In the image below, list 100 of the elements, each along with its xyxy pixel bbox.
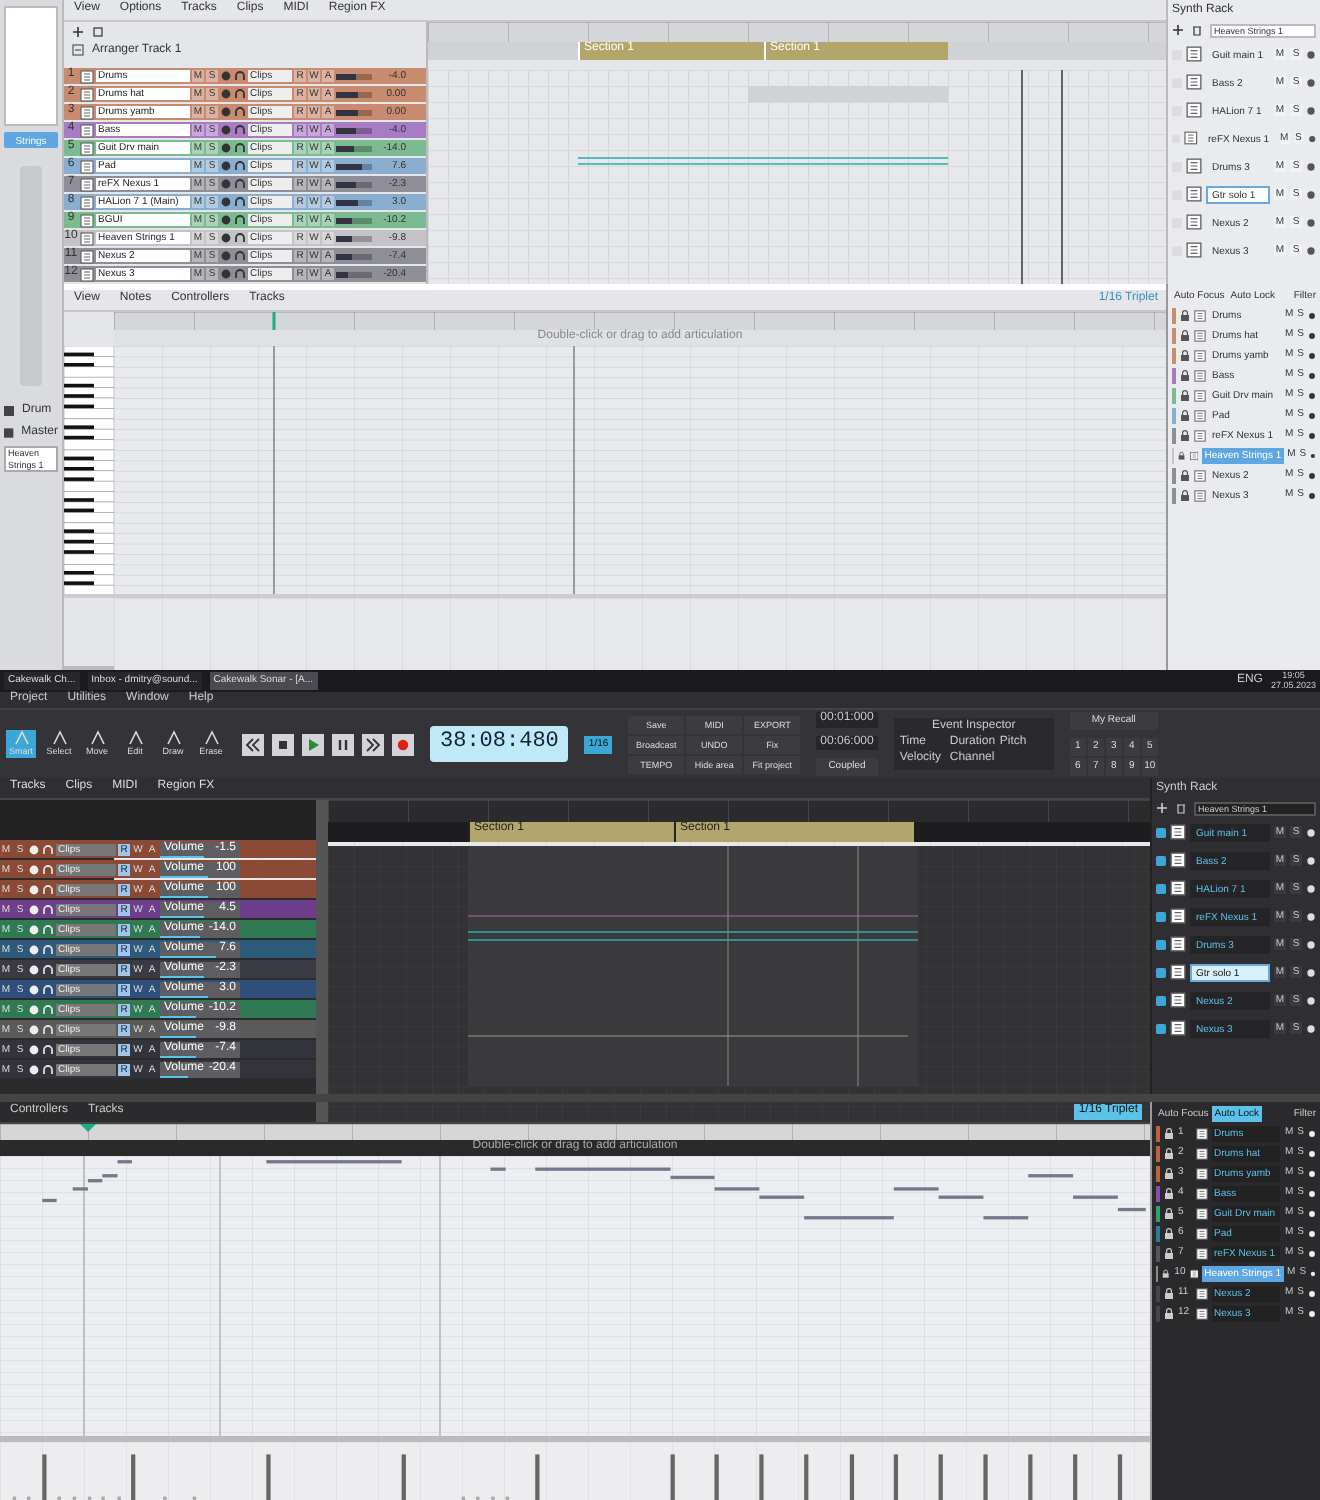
synth-icon: [1186, 214, 1202, 231]
volume-slider[interactable]: [336, 73, 372, 79]
record-arm-icon[interactable]: [1308, 311, 1316, 319]
volume-slider[interactable]: [336, 217, 372, 223]
instrument-icon: [1189, 449, 1199, 461]
instrument-icon: [1194, 409, 1206, 421]
lock-icon[interactable]: [1164, 1207, 1174, 1219]
lock-icon[interactable]: [1180, 349, 1190, 361]
record-arm-icon[interactable]: [1306, 245, 1316, 256]
rewind-button[interactable]: [242, 733, 264, 755]
record-arm-icon[interactable]: [1306, 77, 1316, 88]
record-arm-icon[interactable]: [1308, 1209, 1316, 1217]
record-arm-icon[interactable]: [1306, 967, 1316, 978]
volume-slider[interactable]: [336, 145, 372, 151]
record-arm-icon[interactable]: [1308, 331, 1316, 339]
record-arm-icon[interactable]: [1308, 391, 1316, 399]
instrument-icon: [1196, 1167, 1208, 1179]
volume-slider[interactable]: [336, 127, 372, 133]
lock-icon[interactable]: [1164, 1167, 1174, 1179]
lock-icon[interactable]: [1164, 1127, 1174, 1139]
record-arm-icon[interactable]: [1308, 431, 1316, 439]
lock-icon[interactable]: [1180, 389, 1190, 401]
instrument-icon: [1196, 1227, 1208, 1239]
volume-slider[interactable]: [336, 199, 372, 205]
instrument-icon: [80, 141, 94, 155]
instrument-icon: [1196, 1147, 1208, 1159]
record-arm-icon[interactable]: [1306, 105, 1316, 116]
record-arm-icon[interactable]: [1306, 939, 1316, 950]
volume-slider[interactable]: [336, 163, 372, 169]
record-arm-icon[interactable]: [1310, 451, 1316, 459]
record-arm-icon[interactable]: [1308, 1169, 1316, 1177]
record-arm-icon[interactable]: [1306, 189, 1316, 200]
stop-button[interactable]: [272, 733, 294, 755]
copy-icon[interactable]: [92, 25, 104, 38]
synth-icon: [1170, 824, 1186, 841]
trash-icon[interactable]: [1192, 24, 1202, 37]
lock-icon[interactable]: [1162, 1267, 1171, 1279]
synth-icon: [1170, 1020, 1186, 1037]
instrument-icon: [80, 159, 94, 173]
lock-icon[interactable]: [1164, 1227, 1174, 1239]
volume-slider[interactable]: [336, 181, 372, 187]
instrument-icon: [1196, 1207, 1208, 1219]
piano-keyboard-drawing[interactable]: [64, 345, 114, 593]
tool-icon: [203, 730, 219, 747]
lock-icon[interactable]: [1180, 469, 1190, 481]
add-icon[interactable]: [72, 25, 84, 38]
record-arm-icon[interactable]: [1308, 1309, 1316, 1317]
record-arm-icon[interactable]: [1308, 1249, 1316, 1257]
lock-icon[interactable]: [1180, 369, 1190, 381]
record-arm-icon[interactable]: [1306, 883, 1316, 894]
lock-icon[interactable]: [1164, 1307, 1174, 1319]
play-button[interactable]: [302, 733, 324, 755]
volume-slider[interactable]: [336, 253, 372, 259]
record-arm-icon[interactable]: [1308, 411, 1316, 419]
lock-icon[interactable]: [1164, 1187, 1174, 1199]
lock-icon[interactable]: [1178, 449, 1186, 461]
record-arm-icon[interactable]: [1310, 1269, 1316, 1277]
instrument-icon: [1196, 1127, 1208, 1139]
record-arm-icon[interactable]: [1306, 827, 1316, 838]
record-arm-icon[interactable]: [1308, 371, 1316, 379]
synth-icon: [1170, 852, 1186, 869]
lock-icon[interactable]: [1180, 429, 1190, 441]
synth-icon: [1170, 880, 1186, 897]
volume-slider[interactable]: [336, 271, 372, 277]
record-arm-icon[interactable]: [1306, 49, 1316, 60]
record-arm-icon[interactable]: [1306, 995, 1316, 1006]
synth-icon: [1186, 242, 1202, 259]
lock-icon[interactable]: [1180, 489, 1190, 501]
lock-icon[interactable]: [1180, 329, 1190, 341]
volume-slider[interactable]: [336, 109, 372, 115]
record-arm-icon[interactable]: [1308, 1289, 1316, 1297]
record-arm-icon[interactable]: [1306, 855, 1316, 866]
record-button[interactable]: [392, 733, 414, 755]
record-arm-icon[interactable]: [1308, 491, 1316, 499]
instrument-icon: [1196, 1187, 1208, 1199]
record-arm-icon[interactable]: [1308, 351, 1316, 359]
lock-icon[interactable]: [1164, 1147, 1174, 1159]
pause-button[interactable]: [332, 733, 354, 755]
record-arm-icon[interactable]: [1307, 133, 1316, 144]
record-arm-icon[interactable]: [1308, 1129, 1316, 1137]
instrument-icon: [80, 69, 94, 83]
fast-forward-button[interactable]: [362, 733, 384, 755]
record-arm-icon[interactable]: [1306, 161, 1316, 172]
lock-icon[interactable]: [1164, 1247, 1174, 1259]
add-icon[interactable]: [1172, 24, 1184, 37]
record-arm-icon[interactable]: [1308, 471, 1316, 479]
lock-icon[interactable]: [1164, 1287, 1174, 1299]
synth-icon: [1170, 908, 1186, 925]
record-arm-icon[interactable]: [1306, 217, 1316, 228]
lock-icon[interactable]: [1180, 409, 1190, 421]
lock-icon[interactable]: [1180, 309, 1190, 321]
record-arm-icon[interactable]: [1306, 911, 1316, 922]
volume-slider[interactable]: [336, 91, 372, 97]
volume-slider[interactable]: [336, 235, 372, 241]
instrument-icon: [1196, 1307, 1208, 1319]
record-arm-icon[interactable]: [1308, 1149, 1316, 1157]
synth-icon: [1170, 936, 1186, 953]
record-arm-icon[interactable]: [1308, 1229, 1316, 1237]
record-arm-icon[interactable]: [1306, 1023, 1316, 1034]
record-arm-icon[interactable]: [1308, 1189, 1316, 1197]
